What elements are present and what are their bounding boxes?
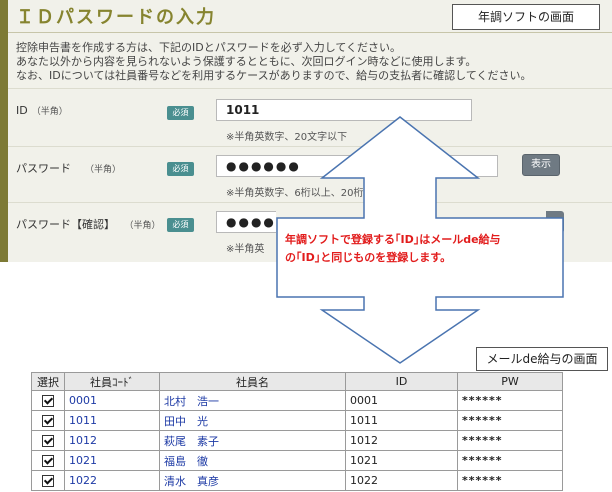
password-input[interactable]: ●●●●●● bbox=[216, 155, 498, 177]
table-row: 1011 田中 光 1011 ****** bbox=[31, 410, 563, 431]
employee-pw: ****** bbox=[457, 450, 563, 471]
divider bbox=[8, 88, 612, 89]
employee-name[interactable]: 萩尾 素子 bbox=[159, 430, 346, 451]
employee-code[interactable]: 0001 bbox=[64, 390, 160, 411]
callout-line-1: 年調ソフトで登録する｢ID｣はメールde給与 bbox=[285, 233, 501, 246]
select-checkbox[interactable] bbox=[42, 415, 54, 427]
intro-line-3: なお、IDについては社員番号などを利用するケースがありますので、給与の支払者に確… bbox=[16, 69, 532, 82]
table-row: 1012 萩尾 素子 1012 ****** bbox=[31, 430, 563, 451]
password-confirm-label-text: パスワード【確認】 bbox=[16, 218, 115, 231]
employee-pw: ****** bbox=[457, 430, 563, 451]
select-checkbox[interactable] bbox=[42, 475, 54, 487]
employee-id: 1022 bbox=[345, 470, 458, 491]
show-password-confirm-button[interactable] bbox=[546, 211, 564, 233]
employee-name[interactable]: 田中 光 bbox=[159, 410, 346, 431]
callout-text: 年調ソフトで登録する｢ID｣はメールde給与 の｢ID｣と同じものを登録します。 bbox=[285, 231, 557, 267]
divider bbox=[8, 146, 612, 147]
employee-pw: ****** bbox=[457, 470, 563, 491]
required-badge: 必須 bbox=[167, 218, 194, 232]
employee-pw: ****** bbox=[457, 410, 563, 431]
employee-pw: ****** bbox=[457, 390, 563, 411]
password-label: パスワード （半角） bbox=[16, 160, 121, 176]
employee-name[interactable]: 清水 真彦 bbox=[159, 470, 346, 491]
password-label-hint: （半角） bbox=[85, 165, 122, 175]
employee-code[interactable]: 1012 bbox=[64, 430, 160, 451]
select-cell bbox=[31, 450, 65, 471]
mail-screen-caption: メールde給与の画面 bbox=[476, 347, 608, 371]
table-row: 1022 清水 真彦 1022 ****** bbox=[31, 470, 563, 491]
select-cell bbox=[31, 470, 65, 491]
employee-code[interactable]: 1022 bbox=[64, 470, 160, 491]
employee-id: 0001 bbox=[345, 390, 458, 411]
password-confirm-note: ※半角英 bbox=[226, 244, 265, 255]
password-note: ※半角英数字、6桁以上、20桁以下 bbox=[226, 188, 384, 199]
employee-id: 1012 bbox=[345, 430, 458, 451]
select-checkbox[interactable] bbox=[42, 435, 54, 447]
employee-table: 選択 社員ｺｰﾄﾞ 社員名 ID PW 0001 北村 浩一 0001 ****… bbox=[31, 372, 563, 491]
id-input[interactable]: 1011 bbox=[216, 99, 472, 121]
callout-line-2: の｢ID｣と同じものを登録します。 bbox=[285, 251, 452, 264]
header-employee-code[interactable]: 社員ｺｰﾄﾞ bbox=[64, 372, 160, 391]
header-select[interactable]: 選択 bbox=[31, 372, 65, 391]
employee-name[interactable]: 福島 徹 bbox=[159, 450, 346, 471]
panel-accent-bar bbox=[0, 0, 8, 262]
password-confirm-label: パスワード【確認】 （半角） bbox=[16, 216, 161, 232]
select-checkbox[interactable] bbox=[42, 395, 54, 407]
select-cell bbox=[31, 430, 65, 451]
required-badge: 必須 bbox=[167, 162, 194, 176]
divider bbox=[8, 202, 612, 203]
table-row: 1021 福島 徹 1021 ****** bbox=[31, 450, 563, 471]
employee-id: 1011 bbox=[345, 410, 458, 431]
id-note: ※半角英数字、20文字以下 bbox=[226, 132, 348, 143]
password-label-text: パスワード bbox=[16, 162, 71, 175]
header-id[interactable]: ID bbox=[345, 372, 458, 391]
required-badge: 必須 bbox=[167, 106, 194, 120]
id-label: ID （半角） bbox=[16, 104, 68, 117]
password-confirm-input[interactable]: ●●●●● bbox=[216, 211, 276, 233]
employee-code[interactable]: 1021 bbox=[64, 450, 160, 471]
table-header-row: 選択 社員ｺｰﾄﾞ 社員名 ID PW bbox=[31, 372, 563, 391]
id-label-hint: （半角） bbox=[31, 107, 68, 117]
nencho-screen-caption: 年調ソフトの画面 bbox=[452, 4, 600, 30]
employee-code[interactable]: 1011 bbox=[64, 410, 160, 431]
header-employee-name[interactable]: 社員名 bbox=[159, 372, 346, 391]
employee-id: 1021 bbox=[345, 450, 458, 471]
form-title: ＩＤパスワードの入力 bbox=[16, 7, 216, 28]
table-row: 0001 北村 浩一 0001 ****** bbox=[31, 390, 563, 411]
title-divider bbox=[8, 32, 612, 33]
select-checkbox[interactable] bbox=[42, 455, 54, 467]
password-confirm-label-hint: （半角） bbox=[129, 221, 161, 231]
employee-name[interactable]: 北村 浩一 bbox=[159, 390, 346, 411]
show-password-button[interactable]: 表示 bbox=[522, 154, 560, 176]
id-label-text: ID bbox=[16, 104, 28, 117]
header-pw[interactable]: PW bbox=[457, 372, 563, 391]
select-cell bbox=[31, 410, 65, 431]
select-cell bbox=[31, 390, 65, 411]
